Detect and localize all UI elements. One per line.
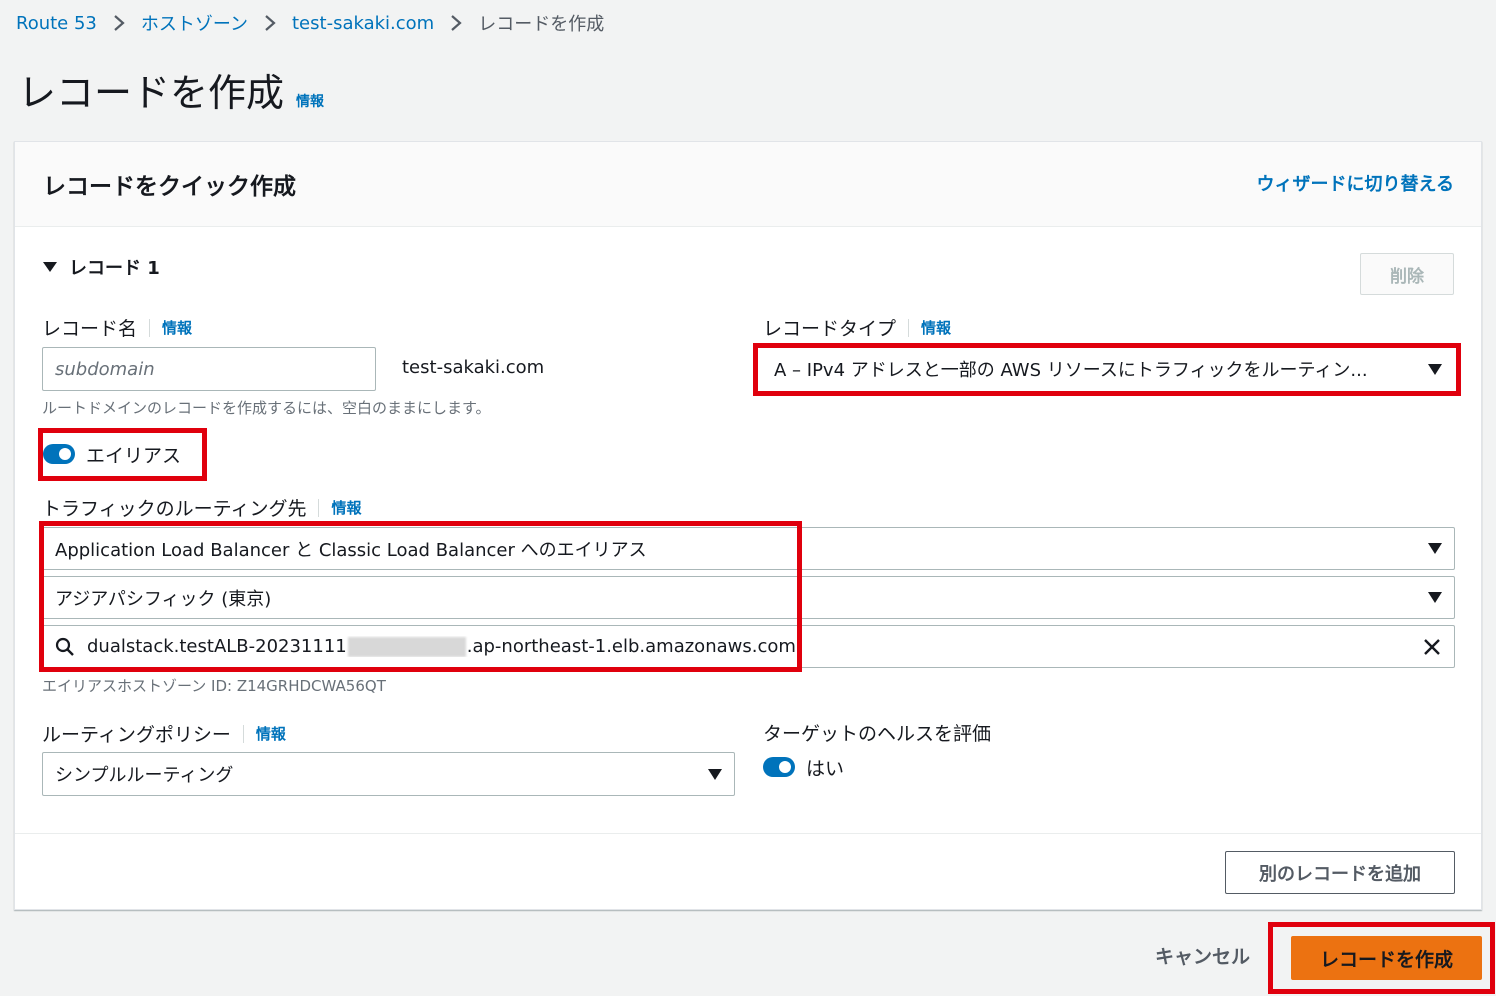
chevron-right-icon [264,14,276,32]
record-section-label: レコード 1 [69,258,160,279]
caret-down-icon [1428,592,1442,603]
toggle-knob [59,448,71,460]
caret-down-icon [1428,543,1442,554]
search-value-suffix: .ap-northeast-1.elb.amazonaws.com [466,636,796,657]
search-icon [55,637,75,657]
record-name-info-link[interactable]: 情報 [162,317,192,338]
routing-policy-value: シンプルルーティング [55,765,234,786]
cancel-button[interactable]: キャンセル [1155,942,1250,969]
record-section-toggle[interactable]: レコード 1 [43,254,160,280]
breadcrumb: Route 53 ホストゾーン test-sakaki.com レコードを作成 [16,10,604,36]
chevron-right-icon [450,14,462,32]
routing-policy-label-text: ルーティングポリシー [42,724,231,746]
page-info-link[interactable]: 情報 [296,91,324,111]
record-type-label: レコードタイプ 情報 [763,314,951,341]
routing-target-label: トラフィックのルーティング先 情報 [42,494,362,521]
add-another-record-button[interactable]: 別のレコードを追加 [1225,851,1455,894]
load-balancer-search-value: dualstack.testALB-20231111 .ap-northeast-… [87,636,1410,657]
label-divider [149,318,151,337]
caret-down-icon [708,768,722,780]
record-type-label-text: レコードタイプ [763,318,897,340]
endpoint-value: Application Load Balancer と Classic Load… [55,539,647,561]
alias-toggle-label: エイリアス [86,445,182,467]
routing-policy-select[interactable]: シンプルルーティング [42,752,735,796]
caret-down-icon [43,262,57,272]
routing-policy-info-link[interactable]: 情報 [256,723,286,744]
search-value-prefix: dualstack.testALB-20231111 [87,636,347,657]
breadcrumb-route53[interactable]: Route 53 [16,13,97,34]
record-name-label: レコード名 情報 [42,314,192,341]
redacted-text [347,637,466,657]
create-records-button[interactable]: レコードを作成 [1291,936,1482,980]
chevron-right-icon [113,14,125,32]
label-divider [908,318,910,337]
record-name-placeholder: subdomain [55,358,155,380]
breadcrumb-hosted-zones[interactable]: ホストゾーン [141,10,248,36]
evaluate-health-label-text: ターゲットのヘルスを評価 [763,723,992,745]
record-name-input[interactable]: subdomain [42,347,376,391]
caret-down-icon [1428,363,1442,375]
label-divider [318,498,320,517]
routing-target-label-text: トラフィックのルーティング先 [42,498,307,520]
evaluate-health-toggle[interactable] [763,757,795,777]
panel-title: レコードをクイック作成 [43,174,296,200]
evaluate-health-label: ターゲットのヘルスを評価 [763,719,991,746]
record-type-select[interactable]: A – IPv4 アドレスと一部の AWS リソースにトラフィックをルーティン.… [762,348,1454,390]
alias-toggle[interactable] [43,444,75,464]
clear-icon[interactable] [1422,637,1442,657]
page-title: レコードを作成 情報 [18,62,324,117]
load-balancer-search[interactable]: dualstack.testALB-20231111 .ap-northeast-… [42,625,1455,668]
alias-hosted-zone-id: エイリアスホストゾーン ID: Z14GRHDCWA56QT [42,677,386,695]
record-name-hint: ルートドメインのレコードを作成するには、空白のままにします。 [42,399,491,417]
region-select[interactable]: アジアパシフィック (東京) [42,576,1455,619]
record-type-info-link[interactable]: 情報 [921,317,951,338]
endpoint-select[interactable]: Application Load Balancer と Classic Load… [42,527,1455,570]
region-value: アジアパシフィック (東京) [55,588,272,610]
panel-divider [15,833,1481,834]
page-title-text: レコードを作成 [18,71,285,115]
breadcrumb-zone[interactable]: test-sakaki.com [292,13,434,34]
delete-button[interactable]: 削除 [1360,253,1454,295]
record-name-domain-suffix: test-sakaki.com [402,357,545,378]
label-divider [242,724,244,743]
switch-to-wizard-link[interactable]: ウィザードに切り替える [1257,170,1454,196]
record-name-label-text: レコード名 [42,318,138,340]
evaluate-health-toggle-label: はい [806,758,845,780]
panel-header: レコードをクイック作成 ウィザードに切り替える [15,142,1481,227]
routing-target-info-link[interactable]: 情報 [331,497,361,518]
breadcrumb-current: レコードを作成 [478,14,605,35]
toggle-knob [779,761,791,773]
record-type-value: A – IPv4 アドレスと一部の AWS リソースにトラフィックをルーティン.… [774,360,1368,381]
routing-policy-label: ルーティングポリシー 情報 [42,720,286,747]
